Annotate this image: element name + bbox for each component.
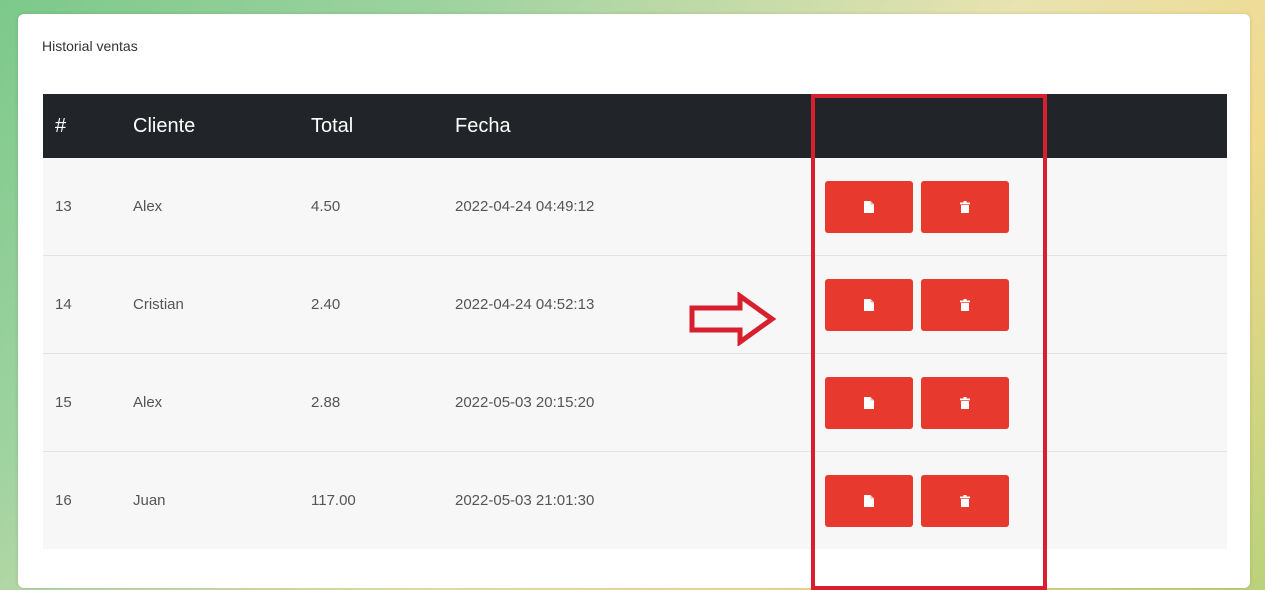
row-actions <box>825 180 1009 233</box>
row-actions <box>825 278 1009 331</box>
row-client: Cristian <box>133 296 184 313</box>
header-num: # <box>55 114 67 137</box>
row-date: 2022-04-24 04:49:12 <box>455 198 595 215</box>
delete-button[interactable] <box>921 474 1009 527</box>
header-date: Fecha <box>455 114 511 137</box>
card-title: Historial ventas <box>42 38 138 54</box>
file-icon <box>864 396 874 409</box>
pdf-button[interactable] <box>825 180 913 233</box>
row-actions <box>825 474 1009 527</box>
header-client: Cliente <box>133 114 196 137</box>
row-num: 15 <box>55 394 72 411</box>
trash-icon <box>960 298 970 311</box>
file-icon <box>864 494 874 507</box>
row-actions <box>825 376 1009 429</box>
pdf-button[interactable] <box>825 474 913 527</box>
row-total: 117.00 <box>311 492 356 509</box>
row-total: 2.88 <box>311 394 341 411</box>
header-total: Total <box>311 114 354 137</box>
row-client: Alex <box>133 394 163 411</box>
row-date: 2022-05-03 21:01:30 <box>455 492 595 509</box>
table-row: 16 Juan 117.00 2022-05-03 21:01:30 <box>43 452 1227 549</box>
row-total: 4.50 <box>311 198 341 215</box>
delete-button[interactable] <box>921 180 1009 233</box>
sales-table: # Cliente Total Fecha 13 Alex 4.50 2022-… <box>43 94 1227 549</box>
trash-icon <box>960 494 970 507</box>
table-row: 15 Alex 2.88 2022-05-03 20:15:20 <box>43 354 1227 452</box>
trash-icon <box>960 200 970 213</box>
pdf-button[interactable] <box>825 278 913 331</box>
row-client: Alex <box>133 198 163 215</box>
file-icon <box>864 298 874 311</box>
table-row: 14 Cristian 2.40 2022-04-24 04:52:13 <box>43 256 1227 354</box>
sales-history-card: Historial ventas # Cliente Total Fecha 1… <box>18 14 1250 588</box>
trash-icon <box>960 396 970 409</box>
file-icon <box>864 200 874 213</box>
delete-button[interactable] <box>921 278 1009 331</box>
row-num: 16 <box>55 492 72 509</box>
row-num: 13 <box>55 198 72 215</box>
delete-button[interactable] <box>921 376 1009 429</box>
row-date: 2022-05-03 20:15:20 <box>455 394 595 411</box>
table-header: # Cliente Total Fecha <box>43 94 1227 158</box>
table-row: 13 Alex 4.50 2022-04-24 04:49:12 <box>43 158 1227 256</box>
row-date: 2022-04-24 04:52:13 <box>455 296 595 313</box>
row-total: 2.40 <box>311 296 341 313</box>
row-num: 14 <box>55 296 72 313</box>
pdf-button[interactable] <box>825 376 913 429</box>
row-client: Juan <box>133 492 166 509</box>
